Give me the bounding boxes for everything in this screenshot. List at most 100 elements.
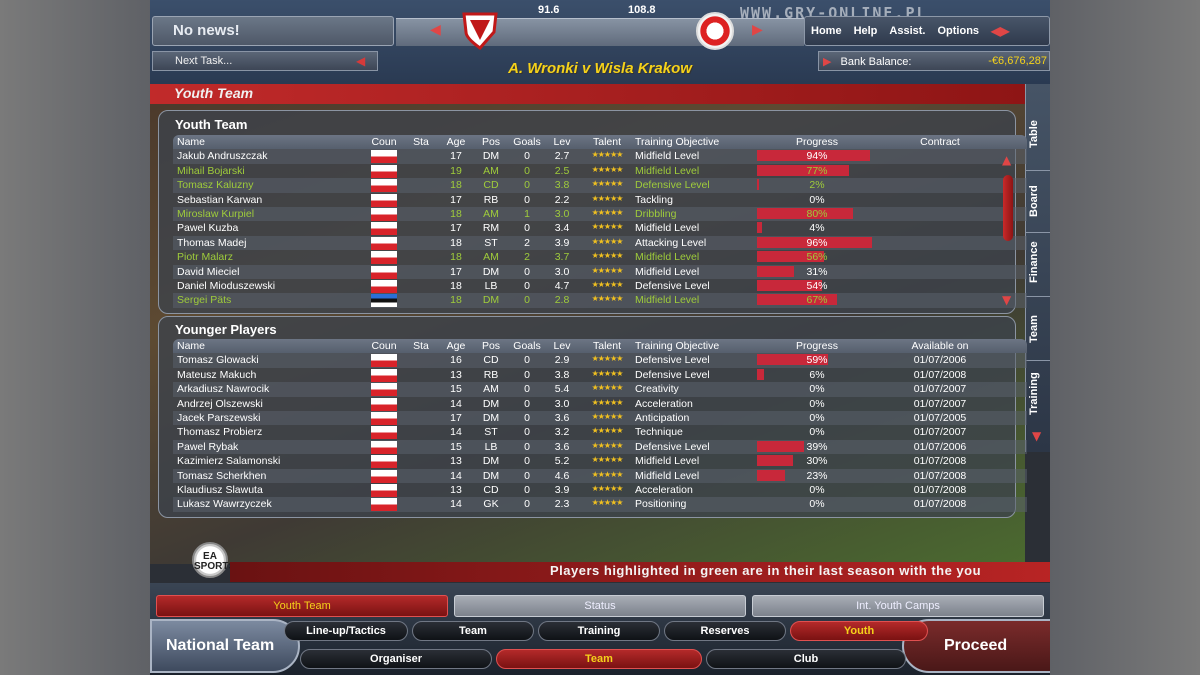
side-tab-board[interactable]: Board [1028, 176, 1050, 226]
training-objective[interactable]: Defensive Level [635, 441, 757, 453]
national-team-button[interactable]: National Team [150, 619, 300, 673]
player-name[interactable]: Piotr Malarz [177, 251, 367, 263]
tab-status[interactable]: Status [454, 595, 746, 617]
player-name[interactable]: Tomasz Scherkhen [177, 470, 367, 482]
table-row[interactable]: Jacek Parszewski 17 DM 0 3.6 ★★★★★ Anticipatio… [173, 410, 1027, 426]
nav-team-main[interactable]: Team [496, 649, 702, 669]
player-name[interactable]: Mihail Bojarski [177, 165, 367, 177]
player-name[interactable]: Tomasz Glowacki [177, 354, 367, 366]
table-row[interactable]: Thomas Madej 18 ST 2 3.9 ★★★★★ Attacking Level… [173, 235, 1027, 251]
nav-reserves[interactable]: Reserves [664, 621, 786, 641]
col-talent[interactable]: Talent [585, 340, 629, 352]
side-tab-team[interactable]: Team [1028, 302, 1050, 356]
training-objective[interactable]: Midfield Level [635, 455, 757, 467]
next-task-arrow-icon[interactable]: ◀ [356, 54, 374, 68]
player-name[interactable]: Thomas Madej [177, 237, 367, 249]
col-age[interactable]: Age [443, 136, 469, 148]
training-objective[interactable]: Midfield Level [635, 222, 757, 234]
tab-youth-team[interactable]: Youth Team [156, 595, 448, 617]
col-goals[interactable]: Goals [509, 136, 545, 148]
side-tab-table[interactable]: Table [1028, 106, 1050, 162]
col-pos[interactable]: Pos [477, 136, 505, 148]
player-name[interactable]: Thomasz Probierz [177, 426, 367, 438]
training-objective[interactable]: Anticipation [635, 412, 757, 424]
table-row[interactable]: Piotr Malarz 18 AM 2 3.7 ★★★★★ Midfield Level 5… [173, 250, 1027, 265]
menu-arrows-icon[interactable]: ◀▶ [991, 24, 1009, 38]
col-lev[interactable]: Lev [547, 340, 577, 352]
table-row[interactable]: David Mieciel 17 DM 0 3.0 ★★★★★ Midfield Level… [173, 264, 1027, 279]
col-talent[interactable]: Talent [585, 136, 629, 148]
side-tab-finance[interactable]: Finance [1028, 234, 1050, 290]
table-row[interactable]: Lukasz Wawrzyczek 14 GK 0 2.3 ★★★★★ Positionin… [173, 497, 1027, 512]
player-name[interactable]: Mateusz Makuch [177, 369, 367, 381]
col-coun[interactable]: Coun [371, 340, 397, 352]
col-goals[interactable]: Goals [509, 340, 545, 352]
scroll-thumb[interactable] [1003, 175, 1013, 241]
scroll-up-icon[interactable]: ▲ [1002, 153, 1011, 167]
prev-match-arrow-icon[interactable]: ◀ [430, 22, 441, 38]
col-age[interactable]: Age [443, 340, 469, 352]
player-name[interactable]: Miroslaw Kurpiel [177, 208, 367, 220]
training-objective[interactable]: Defensive Level [635, 179, 757, 191]
scroll-down-icon[interactable]: ▼ [1002, 293, 1011, 307]
player-name[interactable]: Jakub Andruszczak [177, 150, 367, 162]
next-task-button[interactable]: Next Task... [152, 51, 378, 71]
player-name[interactable]: Sergei Päts [177, 294, 367, 306]
col-objective[interactable]: Training Objective [635, 340, 757, 352]
col-name[interactable]: Name [177, 136, 367, 148]
player-name[interactable]: Pawel Kuzba [177, 222, 367, 234]
col-lev[interactable]: Lev [547, 136, 577, 148]
table-row[interactable]: Pawel Rybak 15 LB 0 3.6 ★★★★★ Defensive Level 3… [173, 439, 1027, 455]
player-name[interactable]: Kazimierz Salamonski [177, 455, 367, 467]
training-objective[interactable]: Midfield Level [635, 266, 757, 278]
table-row[interactable]: Arkadiusz Nawrocik 15 AM 0 5.4 ★★★★★ Creativit… [173, 382, 1027, 397]
table-row[interactable]: Mihail Bojarski 19 AM 0 2.5 ★★★★★ Midfield Lev… [173, 164, 1027, 178]
table-row[interactable]: Miroslaw Kurpiel 18 AM 1 3.0 ★★★★★ Dribbling 80… [173, 206, 1027, 222]
training-objective[interactable]: Midfield Level [635, 150, 757, 162]
table-row[interactable]: Andrzej Olszewski 14 DM 0 3.0 ★★★★★ Accelerati… [173, 397, 1027, 411]
training-objective[interactable]: Defensive Level [635, 354, 757, 366]
tab-int-youth-camps[interactable]: Int. Youth Camps [752, 595, 1044, 617]
side-tabs-down-icon[interactable]: ▼ [1032, 429, 1041, 443]
training-objective[interactable]: Midfield Level [635, 294, 757, 306]
nav-team[interactable]: Team [412, 621, 534, 641]
player-name[interactable]: Klaudiusz Slawuta [177, 484, 367, 496]
training-objective[interactable]: Midfield Level [635, 251, 757, 263]
training-objective[interactable]: Positioning [635, 498, 757, 510]
player-name[interactable]: Daniel Mioduszewski [177, 280, 367, 292]
table-row[interactable]: Klaudiusz Slawuta 13 CD 0 3.9 ★★★★★ Accelerati… [173, 483, 1027, 497]
col-pos[interactable]: Pos [477, 340, 505, 352]
nav-lineup-tactics[interactable]: Line-up/Tactics [284, 621, 408, 641]
table-row[interactable]: Thomasz Probierz 14 ST 0 3.2 ★★★★★ Technique 0%… [173, 425, 1027, 440]
table-row[interactable]: Mateusz Makuch 13 RB 0 3.8 ★★★★★ Defensive Lev… [173, 368, 1027, 382]
table-row[interactable]: Sebastian Karwan 17 RB 0 2.2 ★★★★★ Tackling 0% [173, 193, 1027, 207]
nav-youth[interactable]: Youth [790, 621, 928, 641]
table-row[interactable]: Kazimierz Salamonski 13 DM 0 5.2 ★★★★★ Midfiel… [173, 454, 1027, 469]
training-objective[interactable]: Tackling [635, 194, 757, 206]
next-match-arrow-icon[interactable]: ▶ [752, 22, 763, 38]
training-objective[interactable]: Defensive Level [635, 280, 757, 292]
col-contract[interactable]: Contract [879, 136, 1001, 148]
training-objective[interactable]: Creativity [635, 383, 757, 395]
table-row[interactable]: Sergei Päts 18 DM 0 2.8 ★★★★★ Midfield Level 67… [173, 293, 1027, 308]
training-objective[interactable]: Midfield Level [635, 165, 757, 177]
training-objective[interactable]: Acceleration [635, 484, 757, 496]
player-name[interactable]: Arkadiusz Nawrocik [177, 383, 367, 395]
col-available[interactable]: Available on [879, 340, 1001, 352]
menu-home[interactable]: Home [811, 25, 842, 37]
col-sta[interactable]: Sta [409, 340, 433, 352]
training-objective[interactable]: Defensive Level [635, 369, 757, 381]
col-progress[interactable]: Progress [757, 136, 877, 148]
menu-options[interactable]: Options [937, 25, 979, 37]
player-name[interactable]: Sebastian Karwan [177, 194, 367, 206]
col-name[interactable]: Name [177, 340, 367, 352]
nav-club[interactable]: Club [706, 649, 906, 669]
table-row[interactable]: Daniel Mioduszewski 18 LB 0 4.7 ★★★★★ Defensiv… [173, 279, 1027, 293]
table-row[interactable]: Tomasz Scherkhen 14 DM 0 4.6 ★★★★★ Midfield Le… [173, 468, 1027, 483]
side-tab-training[interactable]: Training [1028, 366, 1050, 422]
col-progress[interactable]: Progress [757, 340, 877, 352]
player-name[interactable]: Pawel Rybak [177, 441, 367, 453]
training-objective[interactable]: Technique [635, 426, 757, 438]
table-row[interactable]: Pawel Kuzba 17 RM 0 3.4 ★★★★★ Midfield Level 4% [173, 221, 1027, 236]
news-box[interactable]: No news! [152, 16, 394, 46]
